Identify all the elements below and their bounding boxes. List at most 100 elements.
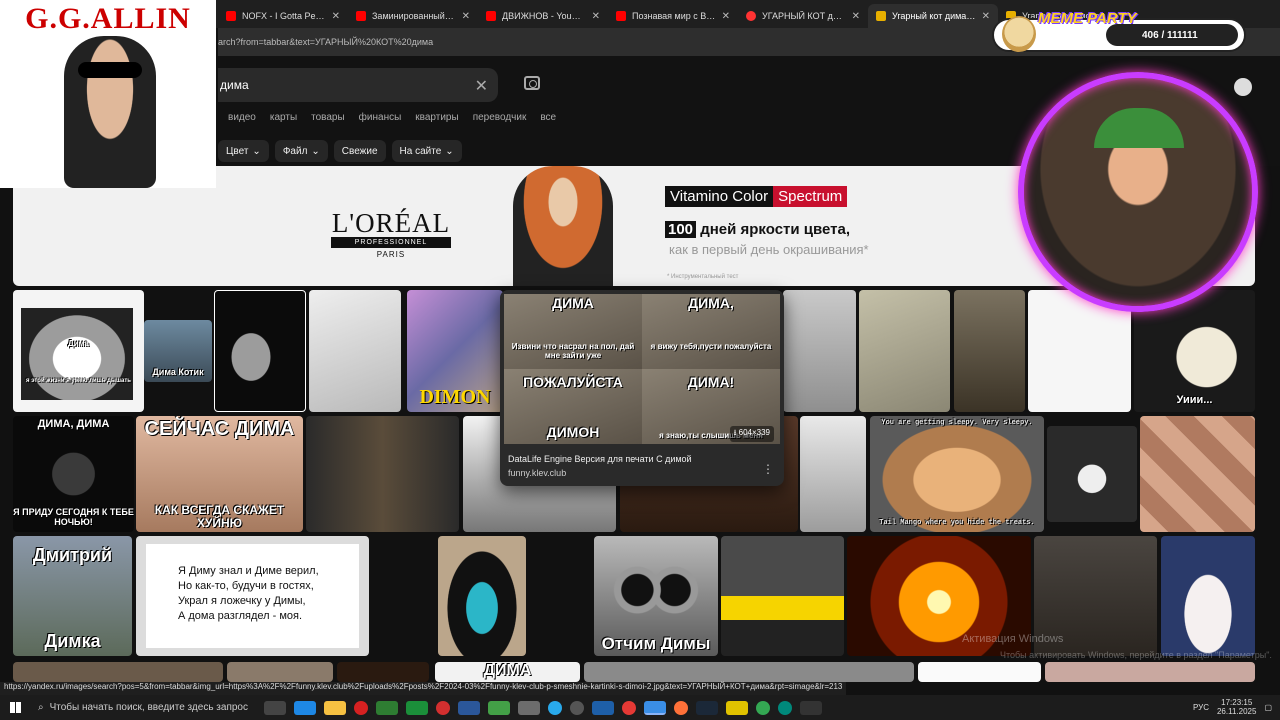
image-result[interactable] xyxy=(227,662,333,682)
obs-icon[interactable] xyxy=(570,700,584,715)
search-input[interactable]: дима ✕ xyxy=(218,68,498,102)
image-result[interactable] xyxy=(783,290,856,412)
image-result[interactable] xyxy=(721,536,844,656)
opera-gx-icon[interactable] xyxy=(436,700,450,715)
steam-icon[interactable] xyxy=(696,700,718,715)
preview-domain[interactable]: funny.klev.club xyxy=(508,468,566,478)
product-name-a: Vitamino Color xyxy=(665,186,774,207)
close-tab-icon[interactable]: ✕ xyxy=(722,11,730,22)
app-icon[interactable] xyxy=(726,700,748,715)
clear-search-icon[interactable]: ✕ xyxy=(475,76,488,96)
preview-title[interactable]: DataLife Engine Версия для печати С димо… xyxy=(508,454,692,464)
chevron-down-icon: ⌄ xyxy=(311,145,320,157)
nav-translator[interactable]: переводчик xyxy=(473,112,527,123)
notifications-icon[interactable]: ▢ xyxy=(1264,703,1272,712)
tab-zaminirovannyi[interactable]: Заминированный тапс ✕ xyxy=(348,4,478,28)
media-player-icon[interactable] xyxy=(488,700,510,715)
image-result[interactable]: Дмитрий Димка xyxy=(13,536,132,656)
images-icon xyxy=(876,11,886,21)
nav-all[interactable]: все xyxy=(540,112,556,123)
windows-start-button[interactable] xyxy=(0,695,30,720)
tab-title: Познавая мир с Викто xyxy=(632,11,716,21)
taskbar-search-placeholder: Чтобы начать поиск, введите здесь запрос xyxy=(49,702,248,713)
nav-flats[interactable]: квартиры xyxy=(415,112,458,123)
webcam-person xyxy=(1094,108,1184,148)
taskbar-search[interactable]: ⌕ Чтобы начать поиск, введите здесь запро… xyxy=(30,695,260,720)
brand-name: L'ORÉAL xyxy=(331,208,451,238)
tab-title: Заминированный тапс xyxy=(372,11,456,21)
tab-dvizhnov[interactable]: ДВИЖНОВ - YouTube ✕ xyxy=(478,4,608,28)
image-result[interactable] xyxy=(859,290,950,412)
more-options-icon[interactable]: ⋮ xyxy=(762,462,774,476)
word-icon[interactable] xyxy=(458,700,480,715)
image-result[interactable] xyxy=(13,662,223,682)
language-indicator[interactable]: РУС xyxy=(1193,703,1209,712)
image-result[interactable] xyxy=(306,416,459,532)
app-icon[interactable] xyxy=(800,700,822,715)
app-icon[interactable] xyxy=(518,700,540,715)
tab-poznavaya[interactable]: Познавая мир с Викто ✕ xyxy=(608,4,738,28)
clock[interactable]: 17:23:15 26.11.2025 xyxy=(1217,698,1256,717)
image-result[interactable]: Я Диму знал и Диме верил, Но как-то, буд… xyxy=(136,536,369,656)
filter-fresh[interactable]: Свежие xyxy=(333,140,386,162)
product-name-b: Spectrum xyxy=(773,186,848,207)
app-icon[interactable] xyxy=(778,700,792,715)
image-result[interactable]: Дима Котик xyxy=(144,320,212,382)
close-tab-icon[interactable]: ✕ xyxy=(592,11,600,22)
yandex-browser-icon[interactable] xyxy=(622,700,636,715)
filter-color[interactable]: Цвет ⌄ xyxy=(218,140,269,162)
close-tab-icon[interactable]: ✕ xyxy=(332,11,340,22)
panel-caption: ДИМА, xyxy=(688,295,734,311)
image-result[interactable] xyxy=(309,290,401,412)
image-result[interactable]: СЕЙЧАС ДИМА КАК ВСЕГДА СКАЖЕТ ХУЙНЮ xyxy=(136,416,303,532)
image-result[interactable] xyxy=(800,416,866,532)
image-result[interactable] xyxy=(438,536,526,656)
nav-products[interactable]: товары xyxy=(311,112,345,123)
filter-on-site[interactable]: На сайте ⌄ xyxy=(391,140,462,162)
hover-preview-card[interactable]: ДИМА Извини что насрал на пол, дай мне з… xyxy=(500,290,784,486)
camera-search-icon[interactable] xyxy=(524,76,540,90)
photoshop-icon[interactable] xyxy=(592,700,614,715)
image-result[interactable]: Отчим Димы xyxy=(594,536,718,656)
image-result[interactable]: ДИМА, ДИМА Я ПРИДУ СЕГОДНЯ К ТЕБЕ НОЧЬЮ! xyxy=(13,416,134,532)
file-explorer-icon[interactable] xyxy=(324,700,346,715)
image-result[interactable]: You are getting sleepy. Very sleepy. Tai… xyxy=(870,416,1044,532)
image-result[interactable] xyxy=(214,290,306,412)
image-result[interactable] xyxy=(918,662,1041,682)
image-result[interactable] xyxy=(1140,416,1255,532)
app-icon[interactable] xyxy=(376,700,398,715)
telegram-icon[interactable] xyxy=(548,700,562,715)
system-tray: РУС 17:23:15 26.11.2025 ▢ xyxy=(1193,695,1272,720)
tab-ugarnyi-kot-images[interactable]: Угарный кот дима: см ✕ xyxy=(868,4,998,28)
close-tab-icon[interactable]: ✕ xyxy=(982,11,990,22)
opera-icon[interactable] xyxy=(354,700,368,715)
image-result[interactable] xyxy=(337,662,429,682)
windows-activation-hint: Чтобы активировать Windows, перейдите в … xyxy=(1000,650,1272,660)
image-result[interactable] xyxy=(584,662,914,682)
user-avatar-icon[interactable] xyxy=(1234,78,1252,96)
tab-ugarnyi-kot[interactable]: УГАРНЫЙ КОТ дима - ✕ xyxy=(738,4,868,28)
image-result[interactable] xyxy=(1047,426,1137,522)
close-tab-icon[interactable]: ✕ xyxy=(462,11,470,22)
image-result[interactable] xyxy=(954,290,1025,412)
chrome-icon[interactable] xyxy=(756,700,770,715)
firefox-icon[interactable] xyxy=(674,700,688,715)
excel-icon[interactable] xyxy=(406,700,428,715)
app-icon[interactable] xyxy=(294,700,316,715)
yandex-icon xyxy=(746,11,756,21)
filter-file[interactable]: Файл ⌄ xyxy=(274,140,328,162)
task-view-icon[interactable] xyxy=(264,700,286,715)
doge-icon xyxy=(1002,16,1036,52)
tab-nofx[interactable]: NOFX - I Gotta Pee - Yo ✕ xyxy=(218,4,348,28)
chrome-icon[interactable] xyxy=(644,700,666,715)
close-tab-icon[interactable]: ✕ xyxy=(852,11,860,22)
image-result[interactable] xyxy=(1045,662,1255,682)
nav-finance[interactable]: финансы xyxy=(359,112,402,123)
resolution-badge[interactable]: ⭳ 604×339 xyxy=(729,426,774,442)
image-result[interactable]: Дима я этой жизни я умею лишь дышать xyxy=(13,290,144,412)
image-result[interactable]: DIMON xyxy=(407,290,503,412)
image-result[interactable]: ДИМА xyxy=(435,662,580,682)
nav-video[interactable]: видео xyxy=(228,112,256,123)
image-result[interactable] xyxy=(1161,536,1255,656)
nav-maps[interactable]: карты xyxy=(270,112,297,123)
